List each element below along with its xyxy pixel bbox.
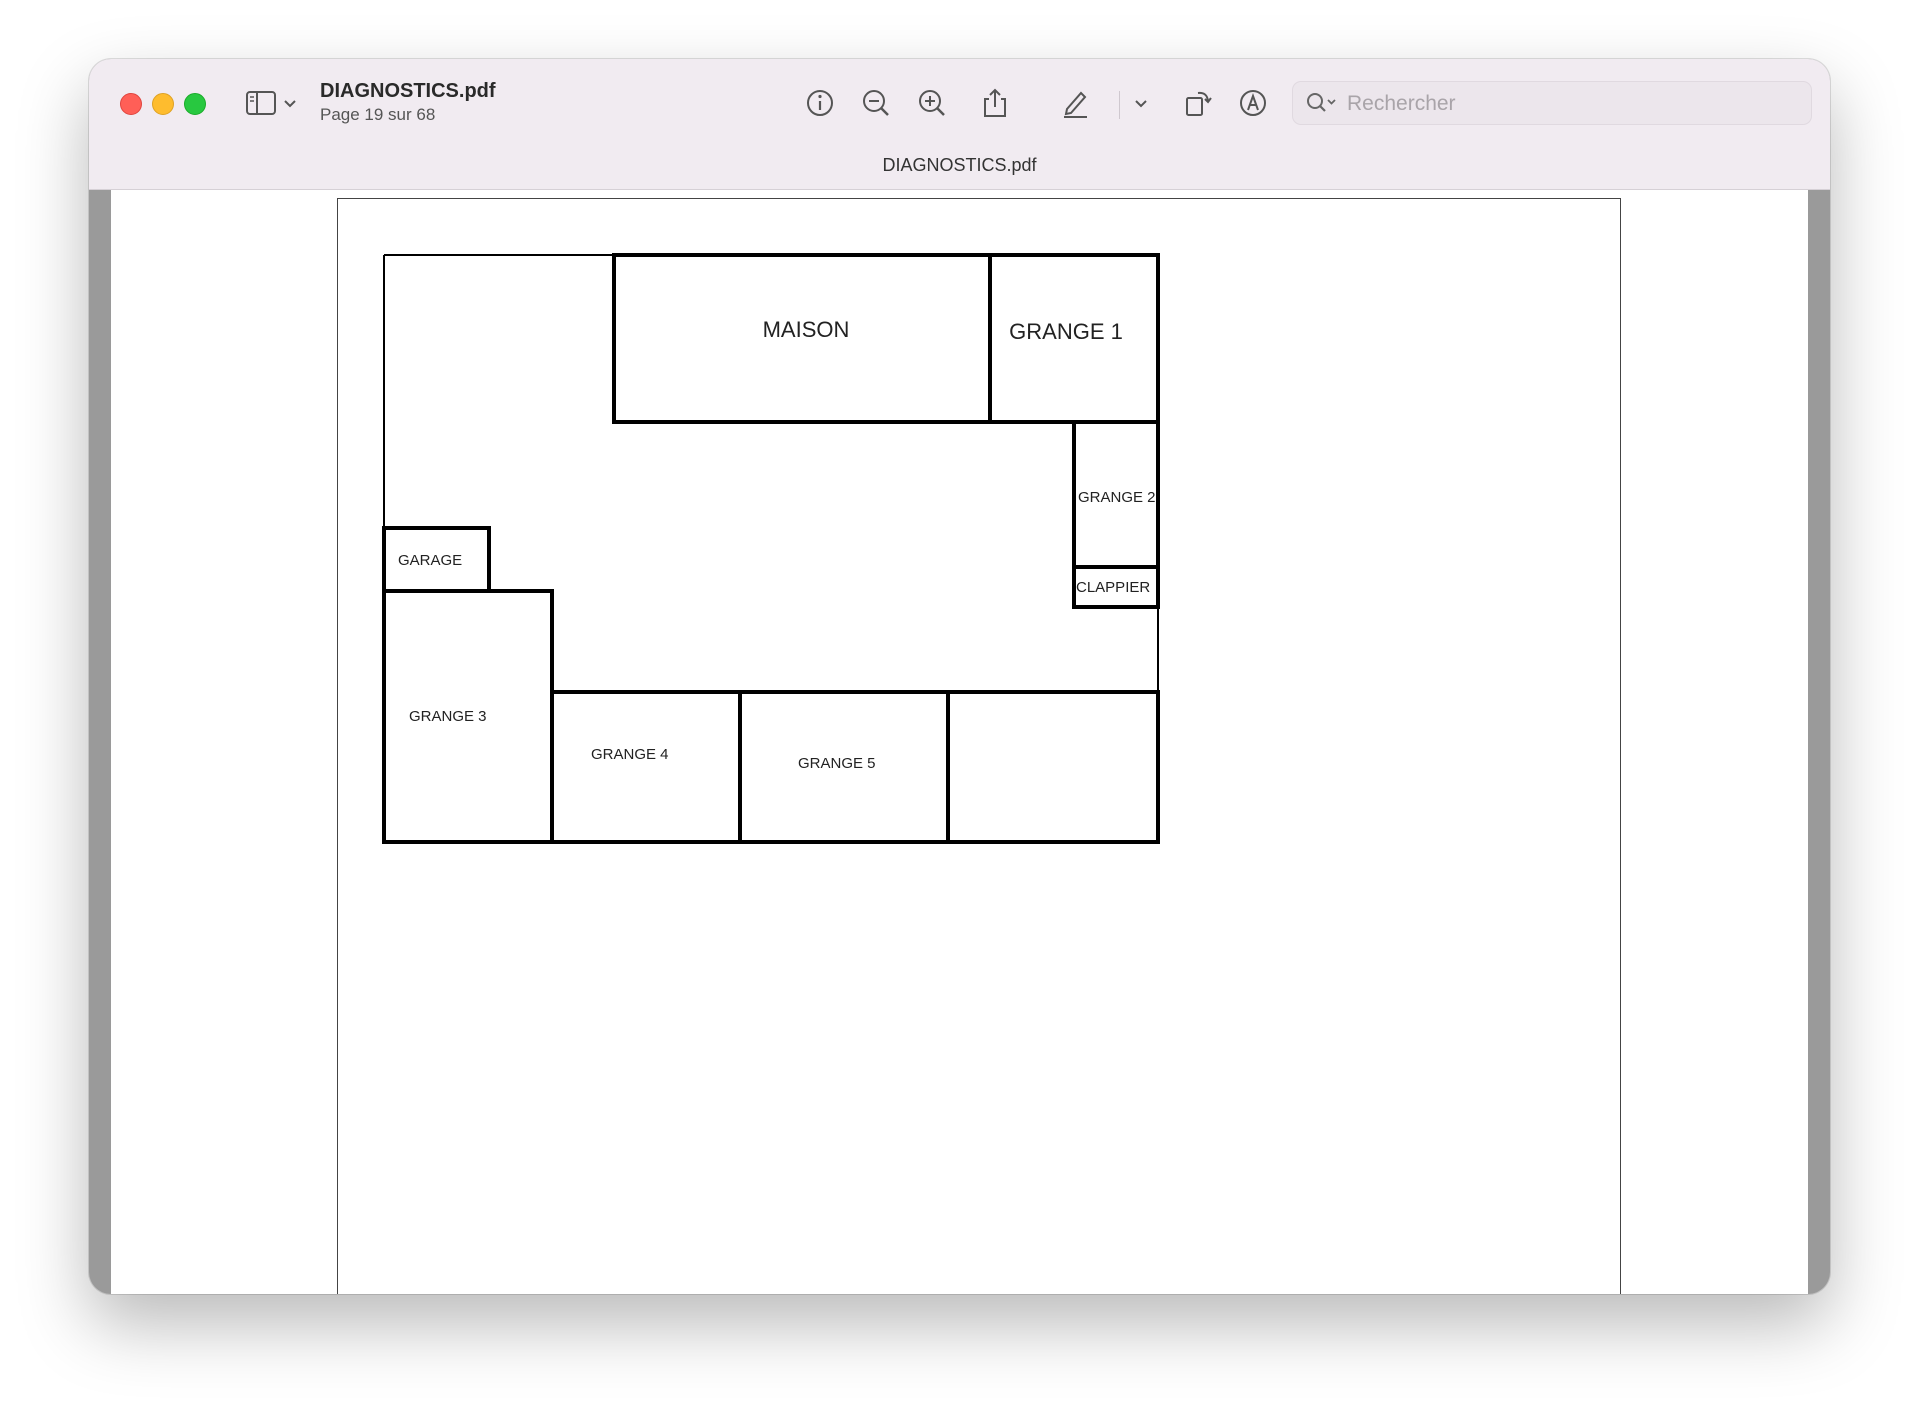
label-garage: GARAGE: [398, 552, 462, 569]
zoom-in-button[interactable]: [916, 87, 948, 119]
share-icon: [984, 88, 1006, 117]
info-button[interactable]: [804, 87, 836, 119]
sidebar-toggle-button[interactable]: [245, 89, 305, 117]
page-indicator: Page 19 sur 68: [320, 105, 436, 124]
label-clappier: CLAPPIER: [1076, 579, 1150, 596]
search-field[interactable]: [1292, 81, 1812, 126]
label-maison: MAISON: [763, 317, 850, 342]
toolbar-divider: [1119, 91, 1120, 119]
title-bar: DIAGNOSTICS.pdf Page 19 sur 68 Recherche…: [89, 59, 1830, 190]
pdf-viewer[interactable]: MAISON GRANGE 1 GRANGE 2 CLAPPIER GARAGE…: [111, 190, 1808, 1294]
search-icon: [1307, 93, 1336, 112]
sidebar-icon: [246, 91, 296, 115]
label-grange-3: GRANGE 3: [409, 708, 487, 725]
markup-icon: [1240, 90, 1266, 116]
share-button[interactable]: [979, 87, 1011, 119]
label-grange-5: GRANGE 5: [798, 755, 876, 772]
preview-window: DIAGNOSTICS.pdf Page 19 sur 68 Recherche…: [89, 59, 1830, 1294]
label-grange-2: GRANGE 2: [1078, 489, 1156, 506]
highlight-button[interactable]: [1059, 87, 1091, 119]
minimize-button[interactable]: [152, 93, 174, 115]
search-input[interactable]: [1345, 82, 1789, 126]
label-grange-1: GRANGE 1: [1009, 319, 1123, 344]
rotate-icon: [1186, 91, 1212, 116]
rotate-button[interactable]: [1181, 87, 1213, 119]
zoom-out-icon: [863, 90, 889, 116]
highlight-pen-icon: [1064, 91, 1087, 118]
window-tab-title: DIAGNOSTICS.pdf: [882, 155, 1037, 175]
room-grange-4: [550, 690, 742, 844]
info-icon: [807, 90, 833, 116]
document-title: DIAGNOSTICS.pdf: [320, 80, 496, 102]
zoom-out-button[interactable]: [860, 87, 892, 119]
markup-button[interactable]: [1237, 87, 1269, 119]
chevron-down-icon: [1135, 100, 1147, 108]
zoom-in-icon: [919, 90, 945, 116]
maximize-button[interactable]: [184, 93, 206, 115]
close-button[interactable]: [120, 93, 142, 115]
highlight-menu-button[interactable]: [1125, 87, 1157, 119]
pdf-page: MAISON GRANGE 1 GRANGE 2 CLAPPIER GARAGE…: [337, 198, 1621, 1294]
floor-plan: MAISON GRANGE 1 GRANGE 2 CLAPPIER GARAGE…: [382, 253, 1160, 844]
label-grange-4: GRANGE 4: [591, 746, 669, 763]
room-unlabeled: [946, 690, 1160, 844]
